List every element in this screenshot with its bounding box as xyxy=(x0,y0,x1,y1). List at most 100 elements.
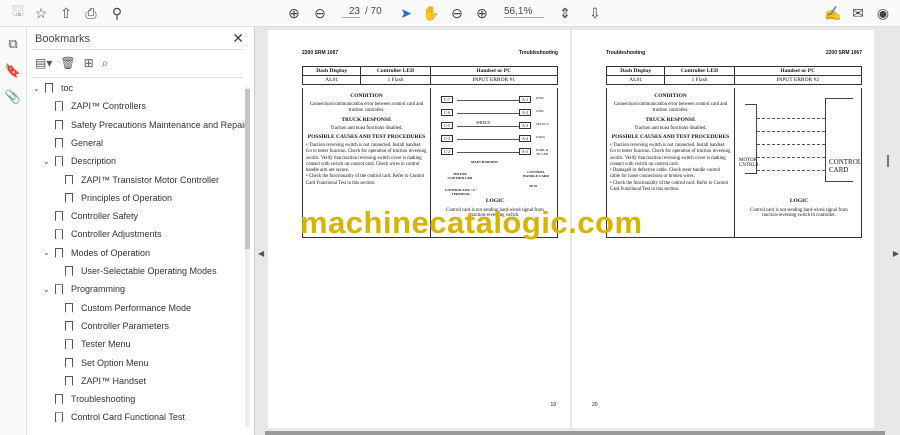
bookmark-item[interactable]: ZAPI™ Controllers xyxy=(43,97,146,115)
upload-cloud-icon[interactable]: ⇧ xyxy=(56,4,76,22)
cell: 1 Flash xyxy=(360,75,431,85)
bookmark-item[interactable]: Controller Safety xyxy=(43,207,138,225)
chevron-down-icon[interactable]: ⌄ xyxy=(43,157,53,166)
pin-label: A-4 xyxy=(519,135,532,142)
bookmark-item[interactable]: ⌄ Modes of Operation xyxy=(43,244,150,262)
horizontal-scrollbar[interactable] xyxy=(265,431,885,435)
page-fit-icon[interactable]: ⇕ xyxy=(555,4,575,22)
logic-text: Control card is not sending hard-wired s… xyxy=(750,208,848,218)
collapse-left-icon[interactable]: ◀ xyxy=(258,249,264,258)
cell: INPUT ERROR #2 xyxy=(733,75,862,85)
expand-right-icon[interactable]: ▶ xyxy=(893,249,899,258)
scroll-mode-icon[interactable]: ⇩ xyxy=(585,4,605,22)
bookmark-item[interactable]: Set Option Menu xyxy=(53,354,149,372)
bookmark-item[interactable]: ⌄ Programming xyxy=(43,280,125,298)
bookmark-item[interactable]: Control Card Functional Test xyxy=(43,408,185,426)
motor-controller-label: MOTOR CONTROLLER xyxy=(447,172,473,180)
column-header: Handset or PC xyxy=(429,66,558,76)
scroll-thumb[interactable] xyxy=(887,155,889,167)
panel-scrollbar[interactable] xyxy=(245,87,250,427)
bookmark-flag-icon xyxy=(55,394,63,405)
page-total: / 70 xyxy=(365,6,382,17)
bookmark-item[interactable]: Safety Precautions Maintenance and Repai… xyxy=(43,116,247,134)
bookmark-search-icon[interactable]: ⌕ xyxy=(102,56,109,71)
delete-icon[interactable]: 🗑 xyxy=(60,56,75,70)
next-page-icon[interactable]: ⊖ xyxy=(310,4,330,22)
print-icon[interactable]: ⎙ xyxy=(81,4,101,22)
pin-function: ENBL & TILLER xyxy=(536,148,549,156)
pin-label: C-2 xyxy=(441,148,453,155)
condition-text: Connection/communication error between c… xyxy=(613,102,728,114)
bookmark-star-icon[interactable]: ☆ xyxy=(31,4,51,22)
column-header: Handset or PC xyxy=(733,66,862,76)
bookmark-label: Principles of Operation xyxy=(81,192,173,203)
page-number: 19 xyxy=(550,402,556,408)
add-bookmark-icon[interactable]: ⊞ xyxy=(84,56,94,70)
zoom-out-icon[interactable]: ⊖ xyxy=(447,4,467,22)
bookmark-item[interactable]: ⌄ Description xyxy=(43,152,116,170)
jp-label: JP-01 xyxy=(529,184,538,188)
save-icon[interactable]: 🖫 xyxy=(8,3,28,22)
hand-tool-icon[interactable]: ✋ xyxy=(421,4,441,22)
close-icon[interactable]: ✕ xyxy=(232,30,244,47)
bookmark-item[interactable]: General xyxy=(43,134,103,152)
pin-label: C-6 xyxy=(441,109,453,116)
bookmark-item[interactable]: User-Selectable Operating Modes xyxy=(53,262,217,280)
bookmark-item[interactable]: ⌄ toc xyxy=(33,79,73,97)
bookmark-label: Set Option Menu xyxy=(81,357,149,368)
options-menu-icon[interactable]: ▤▾ xyxy=(35,56,52,70)
bookmark-flag-icon xyxy=(65,320,73,331)
bookmark-item[interactable]: Controller Parameters xyxy=(53,317,169,335)
pin-label: C-5 xyxy=(441,122,453,129)
pin-function: DATA xyxy=(536,135,546,139)
bookmark-item[interactable]: Troubleshooting xyxy=(43,390,135,408)
chevron-down-icon[interactable]: ⌄ xyxy=(43,285,53,294)
truck-response-heading: TRUCK RESPONSE xyxy=(341,116,392,123)
zoom-in-icon[interactable]: ⊕ xyxy=(472,4,492,22)
header-right: 2200 SRM 1067 xyxy=(825,50,862,56)
bookmark-label: General xyxy=(71,137,104,148)
sign-icon[interactable]: ✍ xyxy=(823,4,843,22)
cell: INPUT ERROR #1 xyxy=(429,75,558,85)
page-number-input[interactable]: 23 xyxy=(342,6,360,18)
bookmark-item[interactable]: ZAPI™ Handset xyxy=(53,372,146,390)
email-icon[interactable]: ✉ xyxy=(848,4,868,22)
bookmark-item[interactable]: Controller Adjustments xyxy=(43,225,162,243)
bookmark-label: Control Card Functional Test xyxy=(71,412,185,423)
pin-label: C-3 xyxy=(441,135,453,142)
divider xyxy=(33,77,243,78)
bookmarks-icon[interactable]: 🔖 xyxy=(4,63,22,81)
attachments-icon[interactable]: 📎 xyxy=(4,89,22,107)
bookmark-label: User-Selectable Operating Modes xyxy=(81,266,217,276)
bookmark-item[interactable]: Custom Performance Mode xyxy=(53,299,191,317)
pin-label: A-5 xyxy=(519,148,532,155)
bookmark-item[interactable]: ZAPI™ Transistor Motor Controller xyxy=(53,171,219,189)
bookmark-item[interactable]: Principles of Operation xyxy=(53,189,172,207)
cell: 1 Flash xyxy=(664,75,735,85)
harness-label: MAIN HARNESS xyxy=(471,160,499,164)
bookmark-item[interactable]: Tester Menu xyxy=(53,335,131,353)
toolbar: 🖫 ☆ ⇧ ⎙ ⚲ ⊕ ⊖ 23 / 70 ➤ ✋ ⊖ ⊕ 56,1% ⇕ ⇩ … xyxy=(0,0,900,27)
bookmark-label: Troubleshooting xyxy=(71,394,136,405)
chevron-down-icon[interactable]: ⌄ xyxy=(33,84,43,93)
condition-heading: CONDITION xyxy=(350,93,383,99)
bookmark-flag-icon xyxy=(55,284,63,295)
account-icon[interactable]: ◉ xyxy=(873,4,893,22)
bookmark-flag-icon xyxy=(65,266,73,276)
bookmark-label: ZAPI™ Transistor Motor Controller xyxy=(81,174,220,185)
condition-heading: CONDITION xyxy=(654,93,687,99)
pin-label: C-7 xyxy=(441,96,453,103)
scroll-thumb[interactable] xyxy=(245,89,250,249)
search-icon[interactable]: ⚲ xyxy=(107,4,127,22)
divider xyxy=(33,49,243,50)
document-scrollbar[interactable] xyxy=(885,27,891,435)
bookmark-flag-icon xyxy=(55,229,63,240)
previous-page-icon[interactable]: ⊕ xyxy=(284,4,304,22)
zoom-level-select[interactable]: 56,1% xyxy=(504,6,544,18)
bookmark-label: Tester Menu xyxy=(81,339,131,350)
watermark: machinecatalogic.com xyxy=(300,205,643,240)
chevron-down-icon[interactable]: ⌄ xyxy=(43,248,53,257)
page-thumbnails-icon[interactable]: ⧉ xyxy=(4,36,22,54)
pin-label: A-2 xyxy=(519,109,532,116)
select-cursor-icon[interactable]: ➤ xyxy=(396,4,416,22)
